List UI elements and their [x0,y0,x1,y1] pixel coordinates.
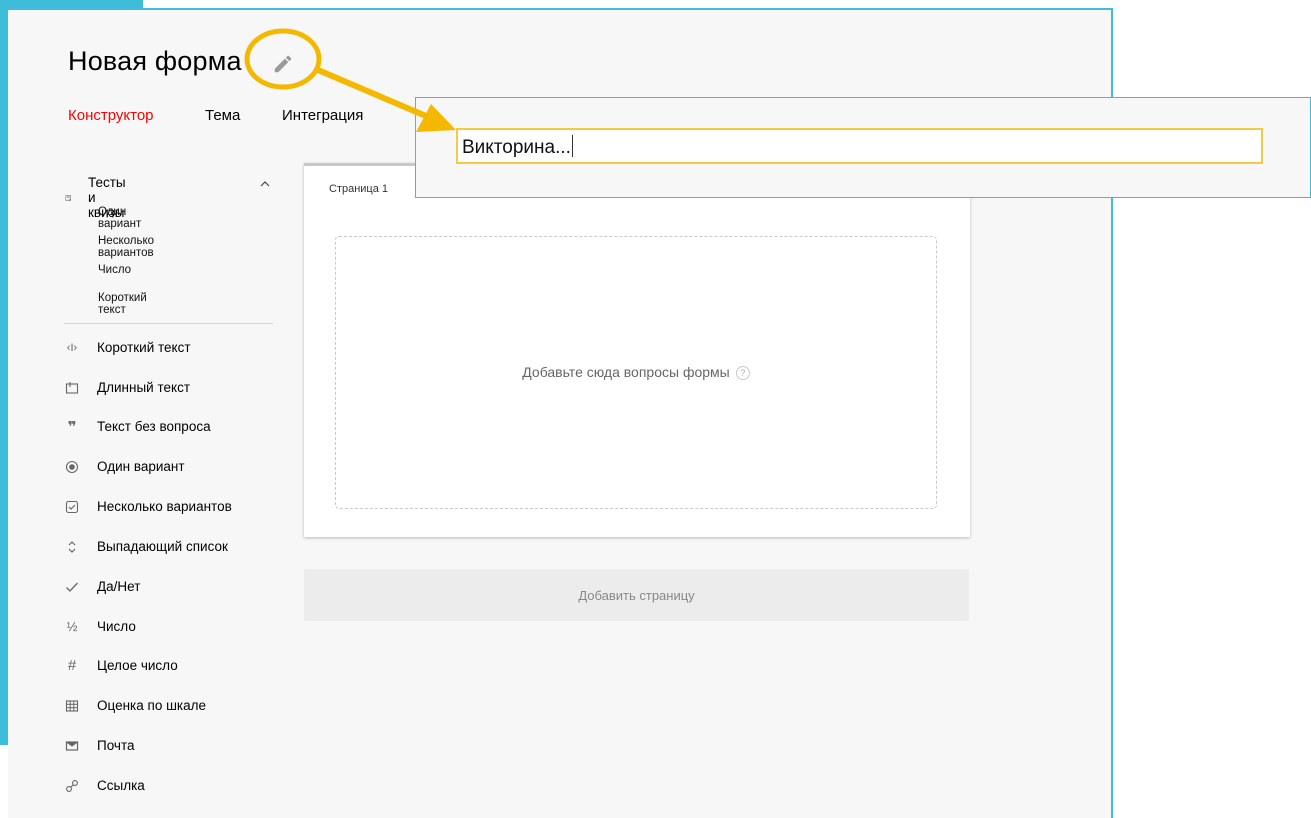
tab-theme[interactable]: Тема [205,107,240,124]
sidebar-item-number[interactable]: ½ Число [65,619,136,634]
page-tab[interactable]: Страница 1 [329,183,388,195]
link-icon [66,779,78,792]
quiz-item-short-text[interactable]: Короткий текст [98,292,147,316]
add-page-button[interactable]: Добавить страницу [304,569,969,621]
quote-icon: ❞ [67,418,77,436]
grid-icon [65,699,79,712]
sidebar-item-dropdown[interactable]: Выпадающий список [65,539,228,554]
sidebar-item-scale[interactable]: Оценка по шкале [65,698,206,713]
checkbox-icon [65,500,79,513]
tab-constructor[interactable]: Конструктор [68,107,154,124]
sidebar-item-short-text[interactable]: ‹I› Короткий текст [65,340,191,355]
sidebar-item-yes-no[interactable]: Да/Нет [65,579,140,594]
form-title-input[interactable]: Викторина... [456,128,1263,164]
sidebar-divider [64,323,273,324]
sidebar-item-integer[interactable]: # Целое число [65,657,178,674]
page-card: Страница 1 Добавьте сюда вопросы формы? [304,163,970,537]
quiz-icon [65,194,71,201]
fraction-icon: ½ [66,619,78,634]
short-text-icon: ‹I› [66,341,78,354]
hash-icon: # [67,657,77,674]
long-text-icon [65,381,79,394]
sidebar-item-text-no-question[interactable]: ❞ Текст без вопроса [65,418,211,436]
edit-title-icon[interactable] [272,53,294,75]
mail-icon [65,740,79,751]
tab-integration[interactable]: Интеграция [282,107,363,124]
quiz-item-multiple[interactable]: Несколько вариантов [98,235,154,259]
sidebar-item-link[interactable]: Ссылка [65,778,145,793]
help-icon[interactable]: ? [735,366,750,380]
questions-dropzone[interactable]: Добавьте сюда вопросы формы? [335,236,937,509]
sidebar-item-multiple-choice[interactable]: Несколько вариантов [65,499,232,514]
sidebar-item-single-choice[interactable]: Один вариант [65,459,185,474]
chevron-up-icon[interactable] [260,180,270,188]
check-icon [66,582,78,592]
radio-icon [65,460,79,473]
quiz-item-number[interactable]: Число [98,264,131,276]
sidebar-item-long-text[interactable]: Длинный текст [65,380,190,395]
dropdown-icon [68,540,76,553]
sidebar-item-email[interactable]: Почта [65,738,135,753]
rename-popup: Викторина... [415,97,1311,198]
quiz-item-single[interactable]: Один вариант [98,206,141,230]
dropzone-hint: Добавьте сюда вопросы формы? [336,364,936,380]
text-caret [571,135,573,157]
form-title: Новая форма [68,46,242,76]
